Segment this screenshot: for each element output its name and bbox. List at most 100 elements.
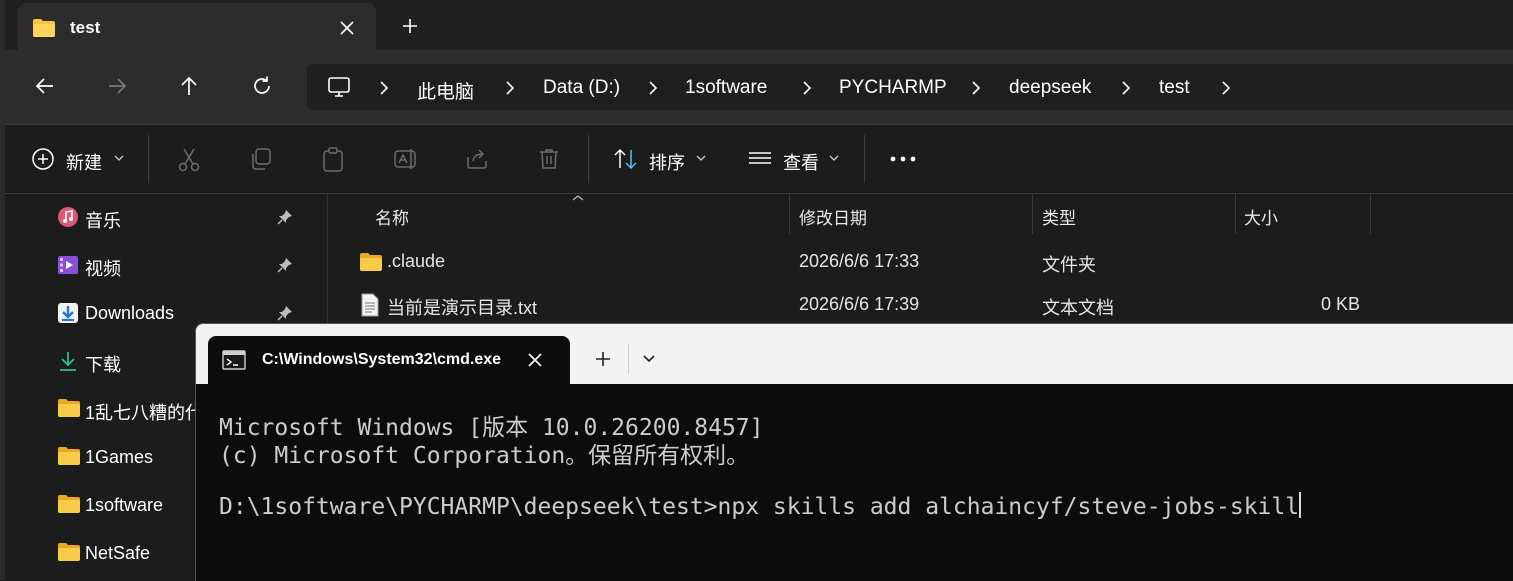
folder-icon <box>32 18 56 38</box>
pin-icon[interactable] <box>277 257 293 273</box>
sort-icon[interactable] <box>613 147 639 171</box>
sidebar-item-label: 1Games <box>85 447 154 467</box>
terminal-tab-title: C:\Windows\System32\cmd.exe <box>262 351 502 368</box>
download-icon <box>57 302 79 324</box>
terminal-line: (c) Microsoft Corporation。保留所有权利。 <box>219 443 750 469</box>
rename-icon[interactable] <box>393 147 419 171</box>
delete-icon[interactable] <box>537 147 561 171</box>
sidebar-item-music[interactable]: 音乐 <box>5 194 325 240</box>
column-separator[interactable] <box>789 194 790 234</box>
file-name: .claude <box>387 251 446 271</box>
cmd-icon <box>222 350 246 370</box>
new-tab-icon[interactable] <box>398 14 422 38</box>
chevron-down-icon[interactable] <box>113 153 125 163</box>
folder-icon <box>57 542 81 562</box>
breadcrumb-item[interactable]: PYCHARMP <box>839 77 947 99</box>
column-header-size[interactable]: 大小 <box>1244 204 1278 229</box>
new-tab-icon[interactable] <box>593 349 613 369</box>
file-name: 当前是演示目录.txt <box>387 298 538 318</box>
back-arrow-icon[interactable] <box>33 74 57 98</box>
breadcrumb-item[interactable]: 此电脑 <box>417 77 474 104</box>
copy-icon[interactable] <box>249 147 273 171</box>
address-bar[interactable]: 此电脑 Data (D:) 1software PYCHARMP deepsee… <box>307 64 1513 110</box>
folder-icon <box>57 446 81 466</box>
folder-icon <box>57 398 81 418</box>
chevron-down-icon[interactable] <box>695 153 707 163</box>
terminal-command: D:\1software\PYCHARMP\deepseek\test>npx … <box>219 494 1300 520</box>
separator <box>588 135 589 183</box>
pin-icon[interactable] <box>277 305 293 321</box>
music-icon <box>57 206 79 228</box>
terminal-prompt-line[interactable]: D:\1software\PYCHARMP\deepseek\test>npx … <box>219 492 1302 520</box>
terminal-window: C:\Windows\System32\cmd.exe Microsoft Wi… <box>195 323 1513 581</box>
text-cursor <box>1299 492 1302 518</box>
terminal-output[interactable]: Microsoft Windows [版本 10.0.26200.8457] (… <box>196 384 1513 581</box>
sidebar-item-label: 1乱七八糟的代 <box>85 403 204 423</box>
chevron-right-icon[interactable] <box>1220 81 1232 95</box>
file-row[interactable]: .claude 2026/6/6 17:33 文件夹 <box>328 242 1513 282</box>
share-icon[interactable] <box>465 147 489 171</box>
download-arrow-icon <box>57 350 79 372</box>
explorer-tab[interactable]: test <box>18 3 376 50</box>
chevron-right-icon[interactable] <box>378 81 390 95</box>
separator <box>628 344 629 374</box>
chevron-down-icon[interactable] <box>642 354 656 364</box>
breadcrumb-item[interactable]: 1software <box>685 77 767 99</box>
chevron-right-icon[interactable] <box>504 81 516 95</box>
column-header-type[interactable]: 类型 <box>1042 204 1076 229</box>
sidebar-item-label: 1software <box>85 495 164 515</box>
close-tab-icon[interactable] <box>526 351 544 369</box>
forward-arrow-icon[interactable] <box>105 74 129 98</box>
sidebar-item-label: Downloads <box>85 303 175 323</box>
terminal-tab-bar: C:\Windows\System32\cmd.exe <box>196 324 1513 384</box>
refresh-icon[interactable] <box>250 74 274 98</box>
new-button[interactable]: 新建 <box>66 149 102 175</box>
close-tab-icon[interactable] <box>336 17 358 39</box>
sidebar-item-label: NetSafe <box>85 543 151 563</box>
view-button[interactable]: 查看 <box>783 149 819 175</box>
sort-ascending-icon <box>571 194 585 202</box>
column-separator[interactable] <box>1370 194 1371 234</box>
column-separator[interactable] <box>1235 194 1236 234</box>
file-modified: 2026/6/6 17:33 <box>799 251 920 271</box>
chevron-right-icon[interactable] <box>647 81 659 95</box>
text-file-icon <box>361 293 379 317</box>
view-icon[interactable] <box>747 147 773 171</box>
folder-icon <box>57 494 81 514</box>
folder-icon <box>359 252 383 272</box>
file-size: 0 KB <box>1321 294 1361 314</box>
sort-button[interactable]: 排序 <box>649 149 685 175</box>
sidebar-item-label: 音乐 <box>85 211 121 231</box>
column-separator[interactable] <box>1032 194 1033 234</box>
chevron-right-icon[interactable] <box>1120 81 1132 95</box>
breadcrumb-item[interactable]: Data (D:) <box>543 77 620 99</box>
chevron-right-icon[interactable] <box>970 81 982 95</box>
breadcrumb-item[interactable]: test <box>1159 77 1190 99</box>
terminal-tab[interactable]: C:\Windows\System32\cmd.exe <box>208 336 570 384</box>
paste-icon[interactable] <box>321 147 345 173</box>
tab-title: test <box>70 18 101 37</box>
breadcrumb-item[interactable]: deepseek <box>1009 77 1091 99</box>
file-row[interactable]: 当前是演示目录.txt 2026/6/6 17:39 文本文档 0 KB <box>328 285 1513 325</box>
file-type: 文本文档 <box>1042 298 1114 318</box>
up-arrow-icon[interactable] <box>177 74 201 98</box>
column-header-modified[interactable]: 修改日期 <box>799 204 867 229</box>
chevron-down-icon[interactable] <box>828 153 840 163</box>
window-edge <box>0 0 5 580</box>
new-plus-icon[interactable] <box>31 147 55 171</box>
separator <box>148 135 149 183</box>
cut-icon[interactable] <box>177 147 201 173</box>
separator <box>864 135 865 183</box>
more-options-icon[interactable] <box>889 155 917 163</box>
sidebar-item-label: 下载 <box>85 355 121 375</box>
file-modified: 2026/6/6 17:39 <box>799 294 920 314</box>
pin-icon[interactable] <box>277 209 293 225</box>
file-type: 文件夹 <box>1042 255 1096 275</box>
chevron-right-icon[interactable] <box>801 81 813 95</box>
video-icon <box>57 254 79 276</box>
sidebar-item-label: 视频 <box>85 259 121 279</box>
command-bar: 新建 排序 查看 <box>5 125 1513 194</box>
computer-icon <box>327 75 351 99</box>
column-header-name[interactable]: 名称 <box>375 204 409 229</box>
sidebar-item-video[interactable]: 视频 <box>5 242 325 288</box>
